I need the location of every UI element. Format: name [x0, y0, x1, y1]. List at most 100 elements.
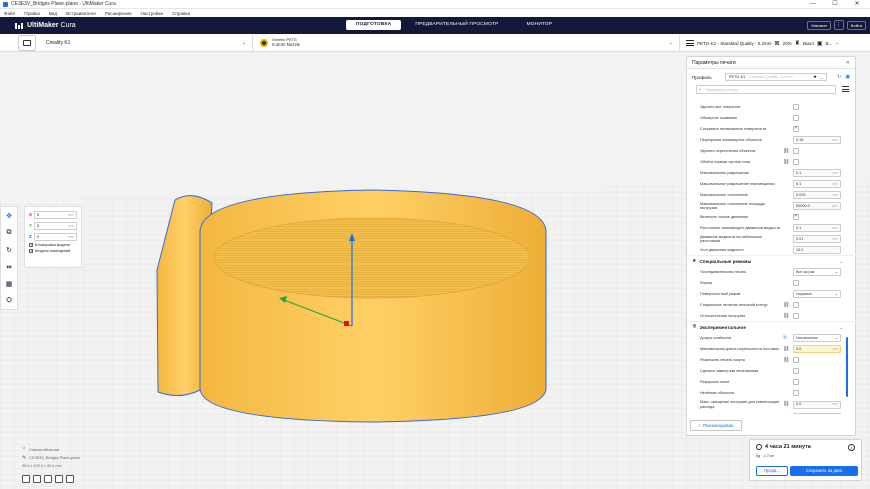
object-list-toggle[interactable]: ⌃ Список объектов: [22, 446, 80, 454]
settings-search-input[interactable]: ⌕ Параметры поиска: [696, 85, 836, 94]
view-3d-icon[interactable]: [22, 475, 30, 483]
setting-checkbox[interactable]: [793, 125, 799, 132]
setting-value-input[interactable]: 0.0 mm: [793, 400, 841, 409]
menu-edit[interactable]: Правка: [24, 11, 40, 16]
menu-extensions[interactable]: Расширения: [105, 11, 132, 16]
x-axis-handle[interactable]: [344, 321, 349, 326]
link-icon[interactable]: ⛓: [783, 159, 789, 165]
recommended-button[interactable]: ‹ Рекомендован: [690, 420, 742, 431]
view-left-icon[interactable]: [55, 475, 63, 483]
material-selector[interactable]: Generic PETG 0.4mm Nozzle ⌄: [255, 35, 680, 51]
menu-help[interactable]: Справка: [172, 11, 190, 16]
settings-list[interactable]: Удалить все отверстия Обширное сшивание Со…: [687, 101, 857, 414]
scale-tool-button[interactable]: ⧉: [1, 224, 17, 241]
material-text: Generic PETG 0.4mm Nozzle: [272, 38, 300, 47]
setting-row: Сделать замкнутым печатаемым: [687, 365, 857, 376]
setting-value-input[interactable]: 0.15 mm: [793, 135, 841, 144]
setting-value-input[interactable]: 0.1 mm: [793, 179, 841, 188]
y-position-input[interactable]: 0 mm: [34, 221, 77, 230]
checkbox[interactable]: [29, 242, 33, 247]
mirror-tool-button[interactable]: ⇹: [1, 258, 17, 275]
menu-view[interactable]: Вид: [49, 11, 57, 16]
setting-checkbox[interactable]: [793, 114, 799, 121]
snap-models-toggle[interactable]: Модели помещений: [29, 248, 77, 253]
checkbox[interactable]: [29, 248, 33, 253]
maximize-button[interactable]: ☐: [824, 0, 846, 9]
setting-value-input[interactable]: 0.01 mm: [793, 234, 841, 243]
tab-preview[interactable]: ПРЕДВАРИТЕЛЬНЫЙ ПРОСМОТР: [401, 20, 512, 30]
menu-file[interactable]: Файл: [4, 11, 15, 16]
setting-checkbox[interactable]: [793, 367, 799, 374]
tab-prepare[interactable]: ПОДГОТОВКА: [346, 20, 402, 30]
setting-checkbox[interactable]: [793, 356, 799, 363]
setting-checkbox[interactable]: [793, 213, 799, 220]
settings-visibility-menu-icon[interactable]: [842, 86, 849, 92]
lock-model-toggle[interactable]: Блокировка модели: [29, 242, 77, 247]
setting-value-input[interactable]: 50000.0 μm²: [793, 201, 841, 210]
save-to-disk-button[interactable]: Сохранить на диск: [790, 466, 858, 476]
setting-dropdown[interactable]: Все за раз ⌄: [793, 267, 841, 276]
link-icon[interactable]: ⛓: [783, 414, 789, 415]
printer-selector[interactable]: Creality K1 ⌄: [40, 35, 253, 51]
settings-section-header[interactable]: ★ Специальные режимы ⌄: [687, 255, 857, 266]
setting-checkbox[interactable]: [793, 378, 799, 385]
z-position-input[interactable]: 0 mm: [34, 232, 77, 241]
rotate-icon: ↻: [6, 246, 12, 254]
link-icon[interactable]: ⛓: [783, 402, 789, 408]
link-icon[interactable]: ⛓: [783, 302, 789, 308]
view-top-icon[interactable]: [44, 475, 52, 483]
link-icon[interactable]: ⛓: [783, 357, 789, 363]
setting-checkbox[interactable]: [793, 301, 799, 308]
close-window-button[interactable]: ✕: [846, 0, 868, 9]
support-blocker-button[interactable]: ⛭: [1, 292, 17, 309]
save-profile-icon[interactable]: ▣: [845, 74, 850, 80]
sign-in-button[interactable]: Войти: [846, 20, 866, 30]
move-tool-panel: X 0mm Y 0mm Z 0mm Блокировка модели Моде…: [24, 206, 82, 268]
menu-plugins[interactable]: Встраиватели: [66, 11, 96, 16]
move-tool-button[interactable]: ✥: [1, 207, 17, 224]
adhesion-icon: ▣: [816, 40, 823, 47]
setting-checkbox[interactable]: [793, 147, 799, 154]
setting-dropdown[interactable]: Исключение ⌄: [793, 333, 841, 342]
setting-checkbox[interactable]: [793, 312, 799, 319]
setting-label: Движение жидкости на небольшом расстояни…: [700, 234, 762, 243]
x-position-input[interactable]: 0 mm: [34, 210, 77, 219]
link-icon[interactable]: ⛓: [783, 148, 789, 154]
link-icon[interactable]: ⛓: [783, 346, 789, 352]
settings-scrollbar[interactable]: [846, 337, 848, 397]
settings-section-header[interactable]: ⚗ Экспериментальное ⌄: [687, 321, 857, 332]
setting-value-input[interactable]: 0.1 mm: [793, 223, 841, 232]
link-icon[interactable]: ⛓: [783, 313, 789, 319]
setting-value-input[interactable]: 0.0 mm: [793, 344, 841, 353]
preview-button[interactable]: Предв...: [756, 466, 788, 476]
setting-label: Удалить пересечения объектов: [700, 148, 756, 153]
marketplace-button[interactable]: Магазин: [807, 20, 831, 30]
setting-value-input[interactable]: 0.025 mm: [793, 190, 841, 199]
menu-settings[interactable]: Настройки: [141, 11, 164, 16]
profile-selector[interactable]: PETG-K1 Standard Quality - 0,2mm ★ ⌄: [725, 73, 827, 81]
tab-monitor[interactable]: МОНИТОР: [513, 20, 567, 30]
close-icon[interactable]: ✕: [846, 60, 850, 66]
open-file-button[interactable]: [18, 35, 36, 51]
setting-checkbox[interactable]: [793, 279, 799, 286]
setting-row: Перекрытие касающихся объектов 0.15 mm: [687, 134, 857, 145]
minimize-button[interactable]: —: [802, 0, 824, 9]
print-settings-selector[interactable]: PETG-K1 - Standard Quality - 0,2mm ⊠ 20%…: [686, 35, 868, 51]
setting-dropdown[interactable]: Нормаль ⌄: [793, 289, 841, 298]
setting-value-input[interactable]: 15.0 °: [793, 245, 841, 254]
setting-checkbox[interactable]: [793, 389, 799, 396]
view-front-icon[interactable]: [33, 475, 41, 483]
reset-profile-icon[interactable]: ↻: [837, 74, 841, 80]
reset-icon[interactable]: ↻: [783, 335, 787, 341]
pencil-icon[interactable]: ✎: [22, 454, 26, 462]
apps-grid-icon[interactable]: ⋮: [833, 20, 844, 30]
setting-value-input[interactable]: 100.0%: [793, 412, 841, 414]
setting-checkbox[interactable]: [793, 103, 799, 110]
setting-checkbox[interactable]: [793, 158, 799, 165]
info-icon[interactable]: i: [848, 444, 855, 451]
view-right-icon[interactable]: [66, 475, 74, 483]
per-model-settings-button[interactable]: ▦: [1, 275, 17, 292]
rotate-tool-button[interactable]: ↻: [1, 241, 17, 258]
setting-value-input[interactable]: 0.1 mm: [793, 168, 841, 177]
move-icon: ✥: [6, 212, 12, 220]
